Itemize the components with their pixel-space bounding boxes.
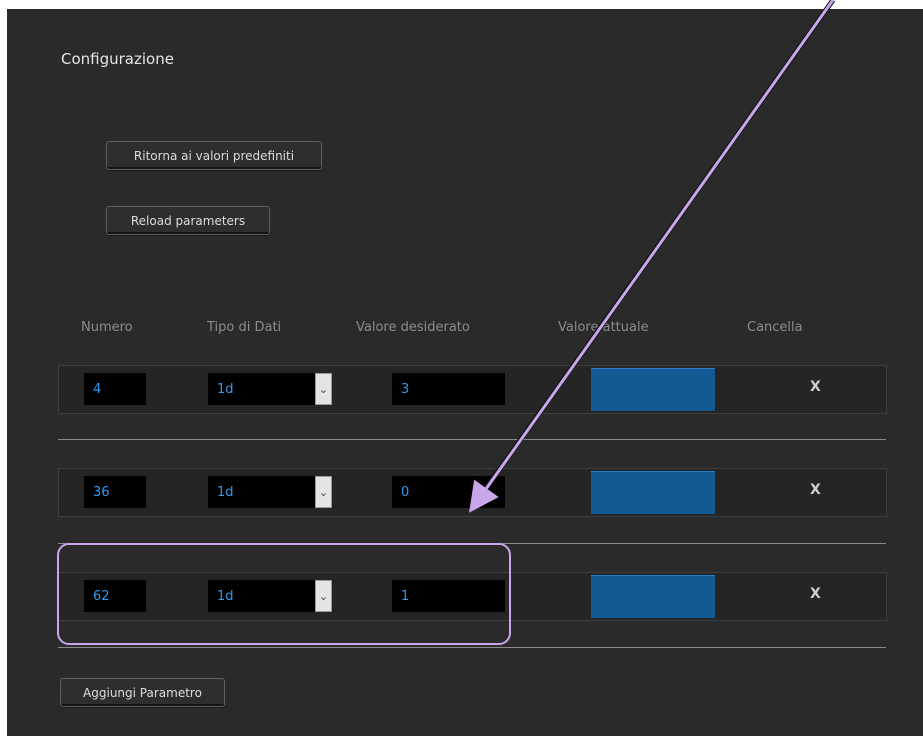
arrow-icon (469, 0, 836, 513)
